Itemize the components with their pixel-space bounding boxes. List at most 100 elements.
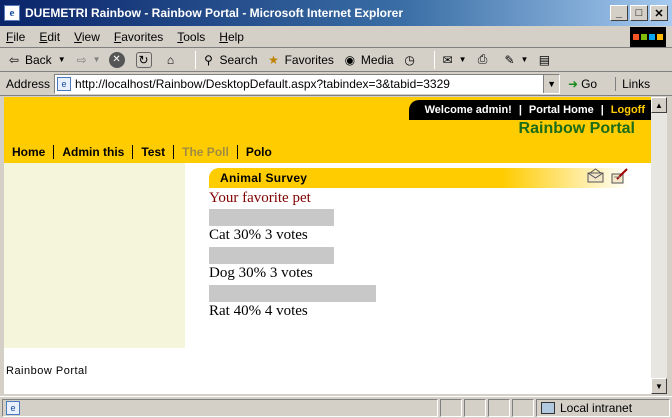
poll-result-bar: [209, 247, 334, 264]
edit-dropdown-icon[interactable]: ▼: [521, 55, 529, 64]
welcome-bar: Welcome admin! | Portal Home | Logoff: [408, 100, 651, 120]
minimize-button[interactable]: _: [610, 5, 628, 21]
scroll-down-arrow-icon[interactable]: ▼: [651, 378, 667, 394]
status-bar: e Local intranet: [0, 396, 672, 418]
standard-toolbar: ⇦ Back ▼ ⇨ ▼ ✕ ↻ ⌂ ⚲ Search ★ Favorites …: [0, 48, 672, 72]
window-titlebar: e DUEMETRI Rainbow - Rainbow Portal - Mi…: [0, 0, 672, 26]
go-label: Go: [581, 76, 598, 91]
page-icon: e: [57, 76, 72, 91]
print-button[interactable]: ⎙: [475, 52, 494, 68]
media-icon: ◉: [344, 52, 356, 67]
search-button[interactable]: ⚲ Search: [201, 52, 257, 68]
poll-answers: Cat 30% 3 votes Dog 30% 3 votes Rat 40% 4 …: [209, 209, 629, 321]
poll-answer-label: Dog 30% 3 votes: [209, 265, 313, 281]
security-zone: Local intranet: [536, 398, 670, 417]
menu-help[interactable]: Help: [219, 30, 244, 44]
address-dropdown-icon[interactable]: ▼: [543, 74, 560, 93]
window-title: DUEMETRI Rainbow - Rainbow Portal - Micr…: [25, 6, 404, 20]
home-icon: ⌂: [166, 52, 175, 67]
refresh-button[interactable]: ↻: [135, 51, 155, 68]
welcome-text: Welcome admin!: [424, 104, 512, 116]
address-bar: Address e http://localhost/Rainbow/Deskt…: [0, 72, 672, 96]
go-button[interactable]: ➜ Go: [568, 77, 597, 91]
forward-button[interactable]: ⇨ ▼: [74, 52, 101, 68]
favorites-star-icon: ★: [268, 52, 279, 67]
home-button[interactable]: ⌂: [163, 52, 182, 68]
discuss-icon: ▤: [538, 52, 551, 67]
media-button[interactable]: ◉ Media: [342, 52, 394, 68]
refresh-icon: ↻: [135, 51, 152, 68]
back-dropdown-icon[interactable]: ▼: [58, 55, 66, 64]
page-status-icon: e: [6, 400, 20, 415]
menu-view[interactable]: View: [74, 30, 100, 44]
poll-body: Your favorite pet Cat 30% 3 votes Dog 30%…: [209, 190, 629, 321]
history-button[interactable]: ◷: [402, 52, 421, 68]
back-button[interactable]: ⇦ Back ▼: [6, 52, 66, 68]
edit-icon: ✎: [504, 52, 515, 67]
windows-logo-icon: [630, 27, 666, 47]
mail-dropdown-icon[interactable]: ▼: [459, 55, 467, 64]
window-controls: _ □ ✕: [610, 5, 668, 21]
poll-module: Animal Survey Your favorite pet Cat 30% …: [209, 168, 629, 321]
poll-answer-label: Rat 40% 4 votes: [209, 303, 308, 319]
mail-button[interactable]: ✉ ▼: [440, 52, 467, 68]
toolbar-separator: [433, 50, 435, 69]
maximize-button[interactable]: □: [630, 5, 648, 21]
tab-the-poll[interactable]: The Poll: [173, 145, 237, 159]
menu-file[interactable]: File: [6, 30, 25, 44]
poll-question: Your favorite pet: [209, 190, 311, 206]
discuss-button[interactable]: ▤: [536, 52, 555, 68]
intranet-icon: [541, 401, 555, 414]
address-url: http://localhost/Rainbow/DesktopDefault.…: [75, 76, 450, 91]
page-viewport: Welcome admin! | Portal Home | Logoff Ra…: [4, 97, 651, 394]
status-cell: [488, 398, 510, 417]
address-input[interactable]: e http://localhost/Rainbow/DesktopDefaul…: [54, 73, 561, 94]
module-title: Animal Survey: [220, 171, 308, 185]
left-pane: [4, 163, 185, 348]
portal-tabs: Home Admin this Test The Poll Polo: [4, 144, 280, 160]
status-cell: [440, 398, 462, 417]
status-cell: [512, 398, 534, 417]
toolbar-separator: [194, 50, 196, 69]
scroll-up-arrow-icon[interactable]: ▲: [651, 97, 667, 113]
media-label: Media: [360, 52, 394, 67]
tab-home[interactable]: Home: [4, 145, 53, 159]
portal-home-link[interactable]: Portal Home: [529, 104, 594, 116]
favorites-label: Favorites: [284, 52, 334, 67]
tab-admin-this[interactable]: Admin this: [53, 145, 132, 159]
forward-dropdown-icon[interactable]: ▼: [93, 55, 101, 64]
logoff-link[interactable]: Logoff: [611, 104, 645, 116]
module-header: Animal Survey: [209, 168, 629, 188]
close-button[interactable]: ✕: [650, 5, 668, 21]
zone-label: Local intranet: [560, 400, 633, 415]
back-arrow-icon: ⇦: [8, 52, 20, 67]
go-arrow-icon: ➜: [568, 76, 579, 91]
favorites-button[interactable]: ★ Favorites: [266, 52, 334, 68]
menu-tools[interactable]: Tools: [177, 30, 205, 44]
stop-button[interactable]: ✕: [108, 51, 128, 68]
edit-pencil-icon[interactable]: [611, 168, 629, 184]
history-icon: ◷: [404, 52, 415, 67]
menu-edit[interactable]: Edit: [39, 30, 60, 44]
module-icons: [587, 168, 629, 184]
menu-favorites[interactable]: Favorites: [114, 30, 163, 44]
portal-header: Welcome admin! | Portal Home | Logoff Ra…: [4, 97, 651, 163]
stop-icon: ✕: [108, 51, 125, 68]
email-envelope-icon[interactable]: [587, 168, 605, 184]
address-label: Address: [6, 76, 51, 91]
poll-result-bar: [209, 209, 334, 226]
status-main: e: [2, 398, 438, 417]
tab-polo[interactable]: Polo: [236, 145, 280, 159]
poll-answer-label: Cat 30% 3 votes: [209, 227, 308, 243]
links-button[interactable]: Links: [615, 76, 650, 91]
portal-title: Rainbow Portal: [518, 120, 635, 137]
tab-test[interactable]: Test: [132, 145, 173, 159]
menu-bar: File Edit View Favorites Tools Help: [0, 26, 672, 48]
vertical-scrollbar[interactable]: ▲ ▼: [651, 97, 667, 394]
ie-app-icon: e: [4, 5, 20, 21]
mail-icon: ✉: [442, 52, 453, 67]
back-label: Back: [25, 52, 52, 67]
forward-arrow-icon: ⇨: [76, 52, 87, 67]
edit-button[interactable]: ✎ ▼: [502, 52, 529, 68]
poll-result-bar: [209, 285, 376, 302]
